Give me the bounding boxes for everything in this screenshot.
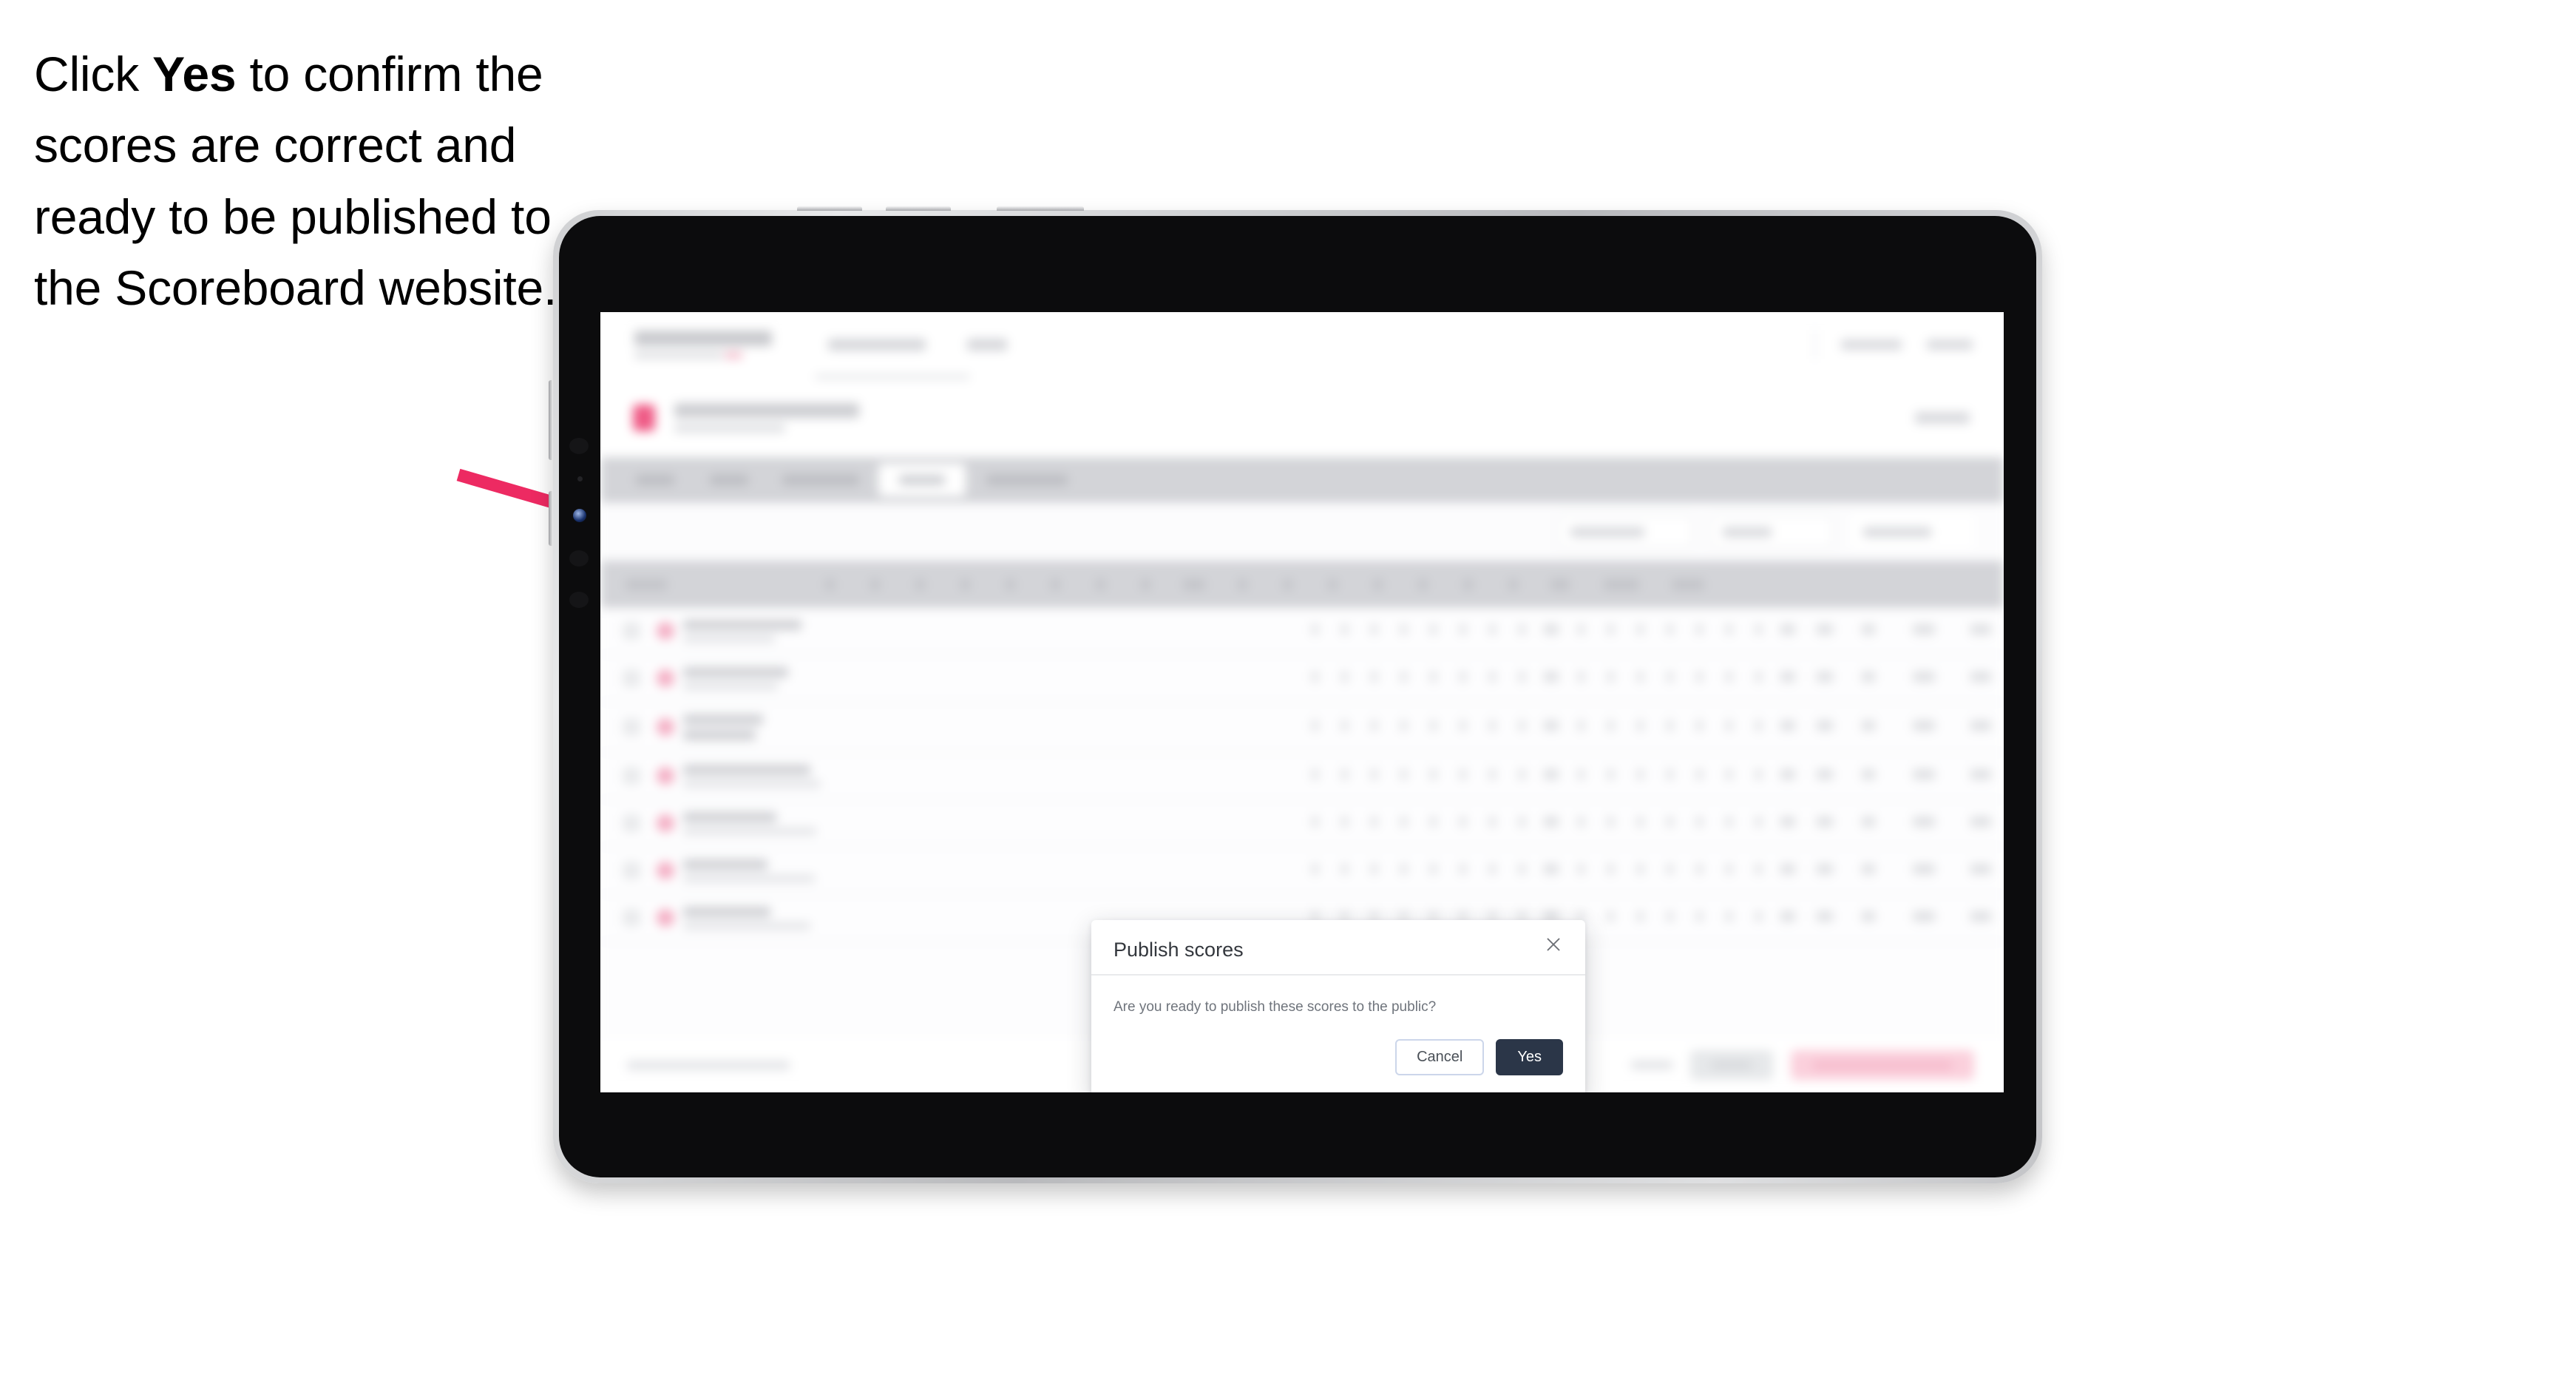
dialog-actions: Cancel Yes [1091,1017,1585,1092]
sim-tray [549,380,553,460]
dialog-message: Are you ready to publish these scores to… [1114,998,1437,1015]
cancel-button[interactable]: Cancel [1395,1039,1485,1076]
sensor-icon [577,476,583,481]
side-button[interactable] [549,491,553,546]
tablet-body: Publish scores Are you ready to publish … [559,216,2036,1177]
close-icon-glyph [1547,938,1560,951]
dialog-header: Publish scores [1091,920,1585,974]
close-icon[interactable] [1541,932,1566,957]
speaker-grille [569,550,589,567]
tablet-device: Publish scores Are you ready to publish … [549,206,2042,1183]
speaker-grille-2 [569,592,589,608]
instruction-caption: Click Yes to confirm the scores are corr… [34,47,557,316]
power-button[interactable] [997,206,1084,211]
publish-scores-dialog: Publish scores Are you ready to publish … [1091,920,1585,1092]
front-camera-icon [569,438,589,454]
tablet-screen: Publish scores Are you ready to publish … [600,312,2004,1092]
caption-emphasis: Yes [152,47,237,101]
camera-lens-icon [573,509,586,522]
volume-down-button[interactable] [886,206,951,211]
modal-overlay: Publish scores Are you ready to publish … [600,312,2004,1092]
yes-button[interactable]: Yes [1496,1039,1563,1076]
volume-up-button[interactable] [797,206,862,211]
dialog-title: Publish scores [1114,939,1244,961]
